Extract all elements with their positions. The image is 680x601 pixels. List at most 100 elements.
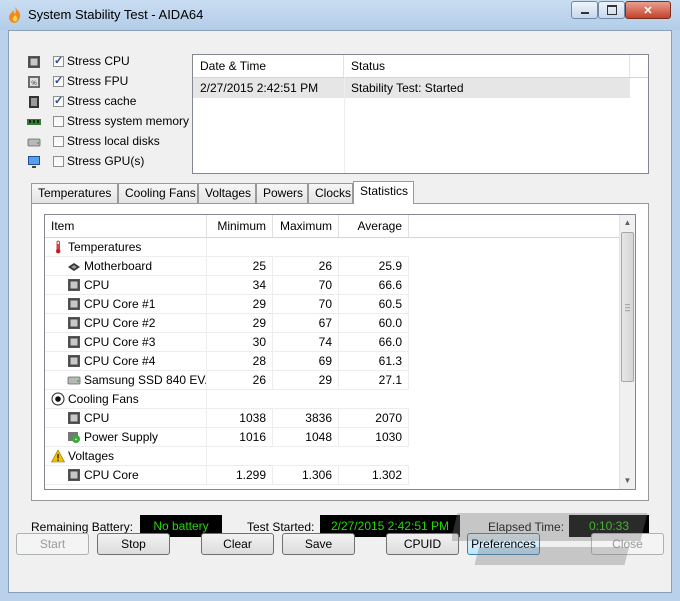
table-row[interactable]: CPU Core 1.299 1.306 1.302 [45, 466, 621, 485]
table-row[interactable]: CPU 34 70 66.6 [45, 276, 621, 295]
row-label: Motherboard [84, 259, 153, 273]
statistics-header: Item Minimum Maximum Average [45, 215, 621, 238]
group-row[interactable]: Cooling Fans [45, 390, 621, 409]
row-label: Power Supply [84, 430, 159, 444]
log-row-status: Stability Test: Started [351, 81, 464, 95]
stress-option-label: Stress GPU(s) [67, 154, 145, 168]
cell-average: 66.6 [339, 276, 409, 295]
cell-maximum: 69 [273, 352, 339, 371]
group-row[interactable]: Voltages [45, 447, 621, 466]
minimize-button[interactable] [571, 1, 598, 19]
stop-button[interactable]: Stop [97, 533, 170, 555]
cell-average: 66.0 [339, 333, 409, 352]
cell-item: Voltages [45, 447, 207, 466]
checkmark-icon: ✓ [54, 95, 64, 107]
tab-statistics[interactable]: Statistics [353, 181, 414, 204]
stress-checkbox[interactable] [53, 116, 64, 127]
cell-maximum: 29 [273, 371, 339, 390]
cell-item: Cooling Fans [45, 390, 207, 409]
cell-item: CPU Core #3 [45, 333, 207, 352]
stress-option[interactable]: % ✓ Stress FPU [27, 73, 197, 93]
table-row[interactable]: CPU Core #2 29 67 60.0 [45, 314, 621, 333]
stress-checkbox[interactable]: ✓ [53, 75, 64, 87]
cell-item: Samsung SSD 840 EV... [45, 371, 207, 390]
log-row[interactable]: 2/27/2015 2:42:51 PM Stability Test: Sta… [193, 78, 630, 98]
col-item[interactable]: Item [45, 215, 207, 237]
stress-checkbox[interactable] [53, 156, 64, 167]
table-row[interactable]: CPU Core #4 28 69 61.3 [45, 352, 621, 371]
close-icon: ✕ [643, 4, 653, 17]
group-spacer [207, 390, 409, 409]
stress-checkbox[interactable]: ✓ [53, 95, 64, 107]
cell-minimum: 34 [207, 276, 273, 295]
tab-clocks[interactable]: Clocks [308, 183, 353, 203]
event-log[interactable]: Date & Time Status 2/27/2015 2:42:51 PM … [192, 54, 649, 174]
table-row[interactable]: + Power Supply 1016 1048 1030 [45, 428, 621, 447]
table-row[interactable]: CPU Core #3 30 74 66.0 [45, 333, 621, 352]
col-maximum[interactable]: Maximum [273, 215, 339, 237]
cell-item: Temperatures [45, 238, 207, 257]
stress-option[interactable]: Stress local disks [27, 133, 197, 153]
thermometer-icon [51, 240, 65, 254]
start-button[interactable]: Start [16, 533, 89, 555]
table-row[interactable]: Samsung SSD 840 EV... 26 29 27.1 [45, 371, 621, 390]
power-supply-icon: + [67, 430, 81, 444]
table-row[interactable]: CPU Core #1 29 70 60.5 [45, 295, 621, 314]
log-header-filler [630, 55, 648, 77]
close-button[interactable]: Close [591, 533, 664, 555]
vertical-scrollbar[interactable]: ▲ ‒ ‒ ‒ ▼ [619, 215, 635, 489]
group-spacer [207, 238, 409, 257]
col-minimum[interactable]: Minimum [207, 215, 273, 237]
tab-powers[interactable]: Powers [256, 183, 308, 203]
clear-button[interactable]: Clear [201, 533, 274, 555]
stress-option[interactable]: Stress GPU(s) [27, 153, 197, 173]
cell-item: CPU [45, 409, 207, 428]
scroll-thumb[interactable]: ‒ ‒ ‒ [621, 232, 634, 382]
maximize-button[interactable] [598, 1, 625, 19]
svg-text:%: % [31, 81, 37, 87]
stress-option[interactable]: ✓ Stress cache [27, 93, 197, 113]
cpu-icon [67, 316, 81, 330]
log-header-datetime[interactable]: Date & Time [193, 55, 344, 77]
cell-item: CPU Core #4 [45, 352, 207, 371]
preferences-button[interactable]: Preferences [467, 533, 540, 555]
statistics-table[interactable]: Item Minimum Maximum Average Temperature… [44, 214, 636, 490]
stress-checkbox[interactable]: ✓ [53, 55, 64, 67]
scroll-up-icon[interactable]: ▲ [620, 215, 635, 231]
cell-maximum: 74 [273, 333, 339, 352]
log-header-status[interactable]: Status [344, 55, 630, 77]
cpuid-button[interactable]: CPUID [386, 533, 459, 555]
group-row[interactable]: Temperatures [45, 238, 621, 257]
checkmark-icon: ✓ [54, 75, 64, 87]
cpu-icon [67, 411, 81, 425]
row-label: Samsung SSD 840 EV... [84, 373, 207, 387]
table-row[interactable]: CPU 1038 3836 2070 [45, 409, 621, 428]
close-window-button[interactable]: ✕ [625, 1, 671, 19]
cell-minimum: 26 [207, 371, 273, 390]
battery-label: Remaining Battery: [31, 520, 134, 534]
cell-minimum: 30 [207, 333, 273, 352]
table-row[interactable]: Motherboard 25 26 25.9 [45, 257, 621, 276]
cell-minimum: 1.299 [207, 466, 273, 485]
save-button[interactable]: Save [282, 533, 355, 555]
stress-checkbox[interactable] [53, 136, 64, 147]
row-label: Temperatures [68, 240, 142, 254]
cell-maximum: 3836 [273, 409, 339, 428]
cell-average: 1.302 [339, 466, 409, 485]
cell-item: + Power Supply [45, 428, 207, 447]
tab-voltages[interactable]: Voltages [198, 183, 256, 203]
grip-icon: ‒ ‒ ‒ [625, 299, 631, 315]
fan-icon [51, 392, 65, 406]
stress-option[interactable]: Stress system memory [27, 113, 197, 133]
cell-minimum: 25 [207, 257, 273, 276]
cell-minimum: 28 [207, 352, 273, 371]
tab-temperatures[interactable]: Temperatures [31, 183, 118, 203]
tab-cooling-fans[interactable]: Cooling Fans [118, 183, 198, 203]
col-average[interactable]: Average [339, 215, 409, 237]
cell-minimum: 1038 [207, 409, 273, 428]
row-label: CPU Core #1 [84, 297, 156, 311]
stress-option[interactable]: ✓ Stress CPU [27, 53, 197, 73]
scroll-down-icon[interactable]: ▼ [620, 473, 635, 489]
title-bar[interactable]: System Stability Test - AIDA64 ✕ [0, 0, 680, 30]
row-label: CPU [84, 411, 110, 425]
